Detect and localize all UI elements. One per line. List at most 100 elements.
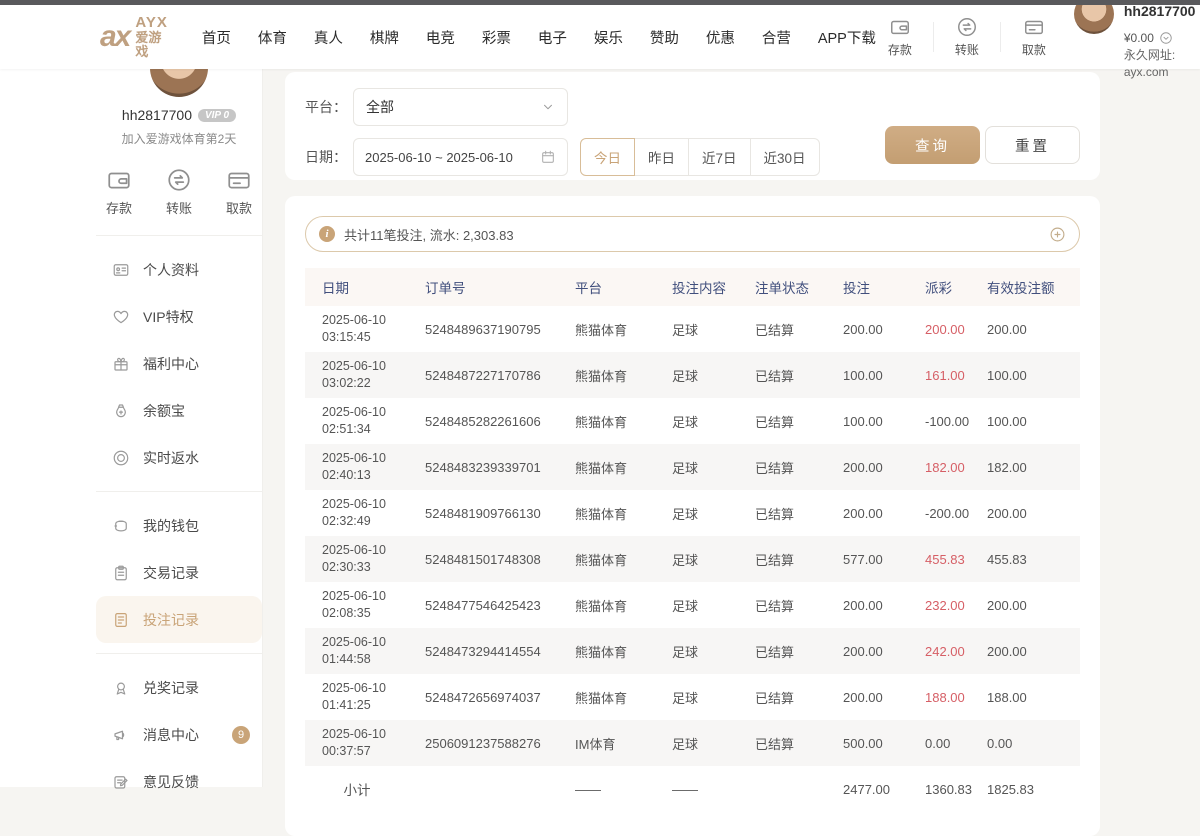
sidebar-wallet-action[interactable]: 转账 xyxy=(156,167,202,217)
row-date: 2025-06-10 xyxy=(322,312,425,329)
column-header: 平台 xyxy=(575,277,672,297)
chevron-down-icon xyxy=(541,100,555,114)
sidebar-item-9[interactable]: 兑奖记录 xyxy=(96,664,262,711)
transactions-icon xyxy=(112,564,130,582)
avatar[interactable] xyxy=(1074,0,1114,34)
subtotal-payout: 1360.83 xyxy=(925,782,987,797)
nav-item[interactable]: 棋牌 xyxy=(370,27,399,48)
nav-item[interactable]: 赞助 xyxy=(650,27,679,48)
row-bet: 500.00 xyxy=(843,736,925,751)
sidebar: hh2817700 VIP 0 加入爱游戏体育第2天 存款转账取款 个人资料VI… xyxy=(0,69,263,787)
row-order-number: 5248473294414554 xyxy=(425,644,575,659)
row-bet: 200.00 xyxy=(843,460,925,475)
row-date: 2025-06-10 xyxy=(322,542,425,559)
nav-item[interactable]: 彩票 xyxy=(482,27,511,48)
row-payout: 232.00 xyxy=(925,598,987,613)
sidebar-vip-badge: VIP 0 xyxy=(198,109,236,122)
row-valid: 188.00 xyxy=(987,690,1080,705)
sidebar-item-11[interactable]: 意见反馈 xyxy=(96,758,262,805)
header-action-label: 取款 xyxy=(1010,41,1058,58)
row-platform: 熊猫体育 xyxy=(575,366,672,385)
row-status: 已结算 xyxy=(755,366,843,385)
platform-select[interactable]: 全部 xyxy=(353,88,568,126)
nav-item[interactable]: APP下载 xyxy=(818,27,876,48)
header-action[interactable]: 存款 xyxy=(876,16,924,58)
transfer-icon xyxy=(956,16,978,38)
date-range-input[interactable]: 2025-06-10 ~ 2025-06-10 xyxy=(353,138,568,176)
table-row: 2025-06-10 02:51:34 5248485282261606 熊猫体… xyxy=(305,398,1080,444)
row-time: 03:02:22 xyxy=(322,375,425,392)
balance: ¥0.00 xyxy=(1124,30,1154,47)
balance-refresh-icon[interactable] xyxy=(1159,31,1173,45)
nav-item[interactable]: 真人 xyxy=(314,27,343,48)
prize-icon xyxy=(112,679,130,697)
header-action[interactable]: 取款 xyxy=(1010,16,1058,58)
row-date: 2025-06-10 xyxy=(322,588,425,605)
row-date: 2025-06-10 xyxy=(322,358,425,375)
nav-item[interactable]: 电子 xyxy=(538,27,567,48)
sidebar-menu: 个人资料 VIP特权福利中心余额宝实时返水我的钱包交易记录投注记录兑奖记录消息中心… xyxy=(96,246,262,805)
row-platform: 熊猫体育 xyxy=(575,504,672,523)
sidebar-wallet-action[interactable]: 存款 xyxy=(96,167,142,217)
row-content: 足球 xyxy=(672,734,755,753)
calendar-icon xyxy=(540,149,556,165)
header-action[interactable]: 转账 xyxy=(943,16,991,58)
nav-item[interactable]: 优惠 xyxy=(706,27,735,48)
unread-badge: 9 xyxy=(232,726,250,744)
search-button[interactable]: 查询 xyxy=(885,126,980,164)
sidebar-item-2[interactable]: VIP特权 xyxy=(96,293,262,340)
sidebar-item-label: 我的钱包 xyxy=(143,516,199,536)
site-logo[interactable]: ax AYX 爱游戏 xyxy=(100,15,168,58)
nav-item[interactable]: 电竞 xyxy=(426,27,455,48)
sidebar-item-3[interactable]: 福利中心 xyxy=(96,340,262,387)
quick-range-button[interactable]: 昨日 xyxy=(634,138,689,176)
nav-item[interactable]: 首页 xyxy=(202,27,231,48)
sidebar-item-6[interactable]: 我的钱包 xyxy=(96,502,262,549)
joined-days-text: 加入爱游戏体育第2天 xyxy=(96,130,262,147)
row-content: 足球 xyxy=(672,596,755,615)
row-payout: 182.00 xyxy=(925,460,987,475)
reset-button[interactable]: 重置 xyxy=(985,126,1080,164)
row-content: 足球 xyxy=(672,366,755,385)
quick-range-button[interactable]: 近7日 xyxy=(688,138,751,176)
sidebar-item-8[interactable]: 投注记录 xyxy=(96,596,262,643)
bet-records-icon xyxy=(112,611,130,629)
sidebar-item-4[interactable]: 余额宝 xyxy=(96,387,262,434)
id-card-icon xyxy=(112,261,130,279)
row-order-number: 5248472656974037 xyxy=(425,690,575,705)
row-time: 02:40:13 xyxy=(322,467,425,484)
row-status: 已结算 xyxy=(755,458,843,477)
table-row: 2025-06-10 02:08:35 5248477546425423 熊猫体… xyxy=(305,582,1080,628)
nav-item[interactable]: 合营 xyxy=(762,27,791,48)
subtotal-platform: —— xyxy=(575,782,672,797)
sidebar-item-7[interactable]: 交易记录 xyxy=(96,549,262,596)
sidebar-wallet-action[interactable]: 取款 xyxy=(216,167,262,217)
row-order-number: 2506091237588276 xyxy=(425,736,575,751)
row-platform: 熊猫体育 xyxy=(575,596,672,615)
quick-range-button[interactable]: 今日 xyxy=(580,138,635,176)
withdraw-icon xyxy=(1023,16,1045,38)
row-valid: 0.00 xyxy=(987,736,1080,751)
quick-range-group: 今日昨日近7日近30日 xyxy=(580,138,820,176)
nav-item[interactable]: 娱乐 xyxy=(594,27,623,48)
sidebar-item-1[interactable]: 个人资料 xyxy=(96,246,262,293)
sidebar-item-5[interactable]: 实时返水 xyxy=(96,434,262,481)
row-order-number: 5248489637190795 xyxy=(425,322,575,337)
column-header: 日期 xyxy=(322,277,425,297)
row-status: 已结算 xyxy=(755,320,843,339)
row-bet: 200.00 xyxy=(843,506,925,521)
quick-range-button[interactable]: 近30日 xyxy=(750,138,820,176)
date-label: 日期： xyxy=(305,147,353,167)
divider xyxy=(96,491,262,492)
sidebar-item-label: 交易记录 xyxy=(143,563,199,583)
row-bet: 200.00 xyxy=(843,690,925,705)
nav-item[interactable]: 体育 xyxy=(258,27,287,48)
row-content: 足球 xyxy=(672,688,755,707)
row-platform: 熊猫体育 xyxy=(575,550,672,569)
sidebar-item-10[interactable]: 消息中心9 xyxy=(96,711,262,758)
expand-plus-icon[interactable] xyxy=(1049,226,1066,243)
table-row: 2025-06-10 03:15:45 5248489637190795 熊猫体… xyxy=(305,306,1080,352)
sidebar-item-label: 个人资料 xyxy=(143,260,199,280)
row-bet: 577.00 xyxy=(843,552,925,567)
row-date: 2025-06-10 xyxy=(322,680,425,697)
